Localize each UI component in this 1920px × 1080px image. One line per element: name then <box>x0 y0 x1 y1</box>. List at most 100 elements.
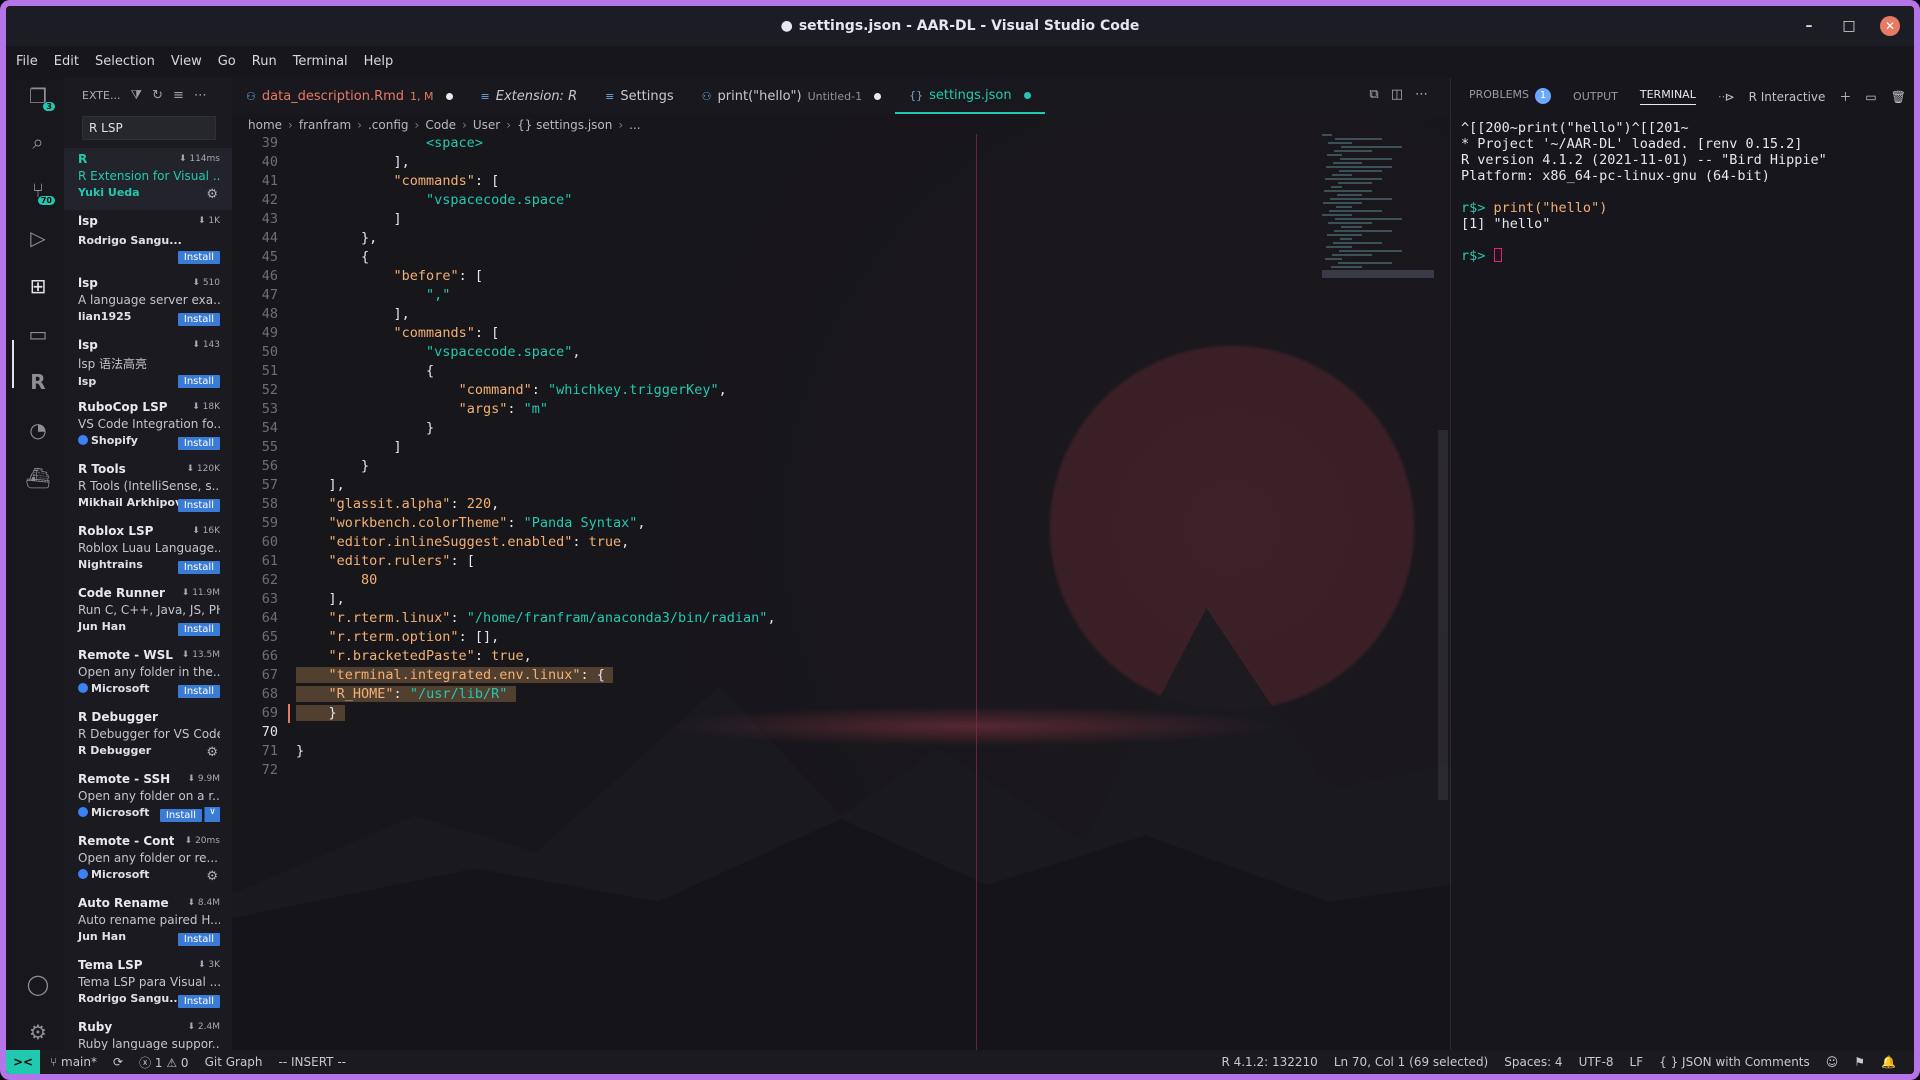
install-button[interactable]: Install <box>177 995 220 1008</box>
run-debug-icon[interactable]: ▷ <box>20 220 56 256</box>
unsaved-indicator[interactable] <box>1023 91 1031 99</box>
more-actions-icon[interactable]: ⋯ <box>194 88 207 103</box>
code-line[interactable]: 43 ] <box>232 210 1450 229</box>
code-line[interactable]: 48 ], <box>232 305 1450 324</box>
code-line[interactable]: 45 { <box>232 248 1450 267</box>
extension-item[interactable]: R Debugger R Debugger for VS Code R Debugg… <box>64 706 232 768</box>
code-line[interactable]: 52 "command": "whichkey.triggerKey", <box>232 381 1450 400</box>
extension-item[interactable]: Auto Rename ... ⬇ 8.4M Auto rename paired … <box>64 892 232 954</box>
code-line[interactable]: 50 "vspacecode.space", <box>232 343 1450 362</box>
install-button[interactable]: Install <box>177 499 220 512</box>
extension-item[interactable]: R Tools ⬇ 120K R Tools (IntelliSense, s...… <box>64 458 232 520</box>
install-button[interactable]: Install <box>177 375 220 388</box>
code-line[interactable]: 68 "R_HOME": "/usr/lib/R" <box>232 685 1450 704</box>
terminal-output[interactable]: ^[[200~print("hello")^[[201~ * Project '… <box>1451 114 1914 270</box>
remote-explorer-icon[interactable]: ▭ <box>20 316 56 352</box>
code-line[interactable]: 40 ], <box>232 153 1450 172</box>
source-control-icon[interactable]: ⑂ 70 <box>20 172 56 208</box>
install-button[interactable]: Install <box>177 313 220 326</box>
menu-selection[interactable]: Selection <box>93 52 157 74</box>
install-button[interactable]: Install <box>177 623 220 636</box>
extension-item[interactable]: lsp ⬇ 510 A language server exa... lian1925… <box>64 272 232 334</box>
tab-1[interactable]: ≡ Extension: R <box>467 78 592 114</box>
code-line[interactable]: 49 "commands": [ <box>232 324 1450 343</box>
extension-item[interactable]: Remote - Cont... ⬇ 20ms Open any folder or… <box>64 830 232 892</box>
code-line[interactable]: 62 80 <box>232 571 1450 590</box>
install-button[interactable]: Install <box>177 437 220 450</box>
docker-icon[interactable]: ⛴ <box>20 460 56 496</box>
code-line[interactable]: 51 { <box>232 362 1450 381</box>
extension-item[interactable]: RuboCop LSP ⬇ 18K VS Code Integration fo..… <box>64 396 232 458</box>
settings-gear-icon[interactable]: ⚙ <box>20 1014 56 1050</box>
extension-item[interactable]: Code Runner ⬇ 11.9M Run C, C++, Java, JS, … <box>64 582 232 644</box>
minimize-button[interactable]: – <box>1800 18 1818 34</box>
r-icon[interactable]: R <box>20 364 56 400</box>
install-button[interactable]: Install <box>159 809 202 822</box>
code-line[interactable]: 61 "editor.rulers": [ <box>232 552 1450 571</box>
terminal-name[interactable]: R Interactive <box>1749 90 1826 104</box>
extension-item[interactable]: R ⬇ 114ms R Extension for Visual ... Yuki U… <box>64 148 232 210</box>
code-line[interactable]: 58 "glassit.alpha": 220, <box>232 495 1450 514</box>
tab-output[interactable]: OUTPUT <box>1573 90 1618 103</box>
extension-item[interactable]: lsp ⬇ 1K Rodrigo Sangu... Install <box>64 210 232 272</box>
explorer-icon[interactable]: ❐ 3 <box>20 78 56 114</box>
install-button[interactable]: Install <box>177 251 220 264</box>
menu-edit[interactable]: Edit <box>52 52 81 74</box>
maximize-button[interactable]: □ <box>1840 18 1858 34</box>
r-version-status[interactable]: R 4.1.2: 132210 <box>1221 1055 1317 1069</box>
manage-gear-icon[interactable]: ⚙ <box>206 745 218 760</box>
install-dropdown-icon[interactable]: ∨ <box>204 807 220 822</box>
problems-status[interactable]: ⓧ 1 ⚠ 0 <box>139 1054 189 1071</box>
code-line[interactable]: 69 } <box>232 704 1450 723</box>
close-button[interactable]: ✕ <box>1880 16 1900 36</box>
code-line[interactable]: 46 "before": [ <box>232 267 1450 286</box>
code-line[interactable]: 44 }, <box>232 229 1450 248</box>
editor-scrollbar[interactable] <box>1438 430 1448 800</box>
code-line[interactable]: 57 ], <box>232 476 1450 495</box>
code-line[interactable]: 70 <box>232 723 1450 742</box>
menu-go[interactable]: Go <box>216 52 238 74</box>
breadcrumb-item[interactable]: .config <box>368 118 409 132</box>
extension-search-input[interactable] <box>82 116 216 140</box>
breadcrumb-item[interactable]: franfram <box>299 118 351 132</box>
tab-4[interactable]: {} settings.json <box>895 78 1045 114</box>
tab-problems[interactable]: PROBLEMS 1 <box>1469 88 1552 104</box>
notifications-icon[interactable]: 🔔 <box>1881 1055 1896 1069</box>
feedback-icon[interactable]: ⚑ <box>1854 1055 1865 1069</box>
code-line[interactable]: 59 "workbench.colorTheme": "Panda Syntax… <box>232 514 1450 533</box>
menu-terminal[interactable]: Terminal <box>291 52 350 74</box>
menu-help[interactable]: Help <box>362 52 396 74</box>
git-graph-icon[interactable]: ◔ <box>20 412 56 448</box>
code-line[interactable]: 71} <box>232 742 1450 761</box>
tab-0[interactable]: ⚇ data_description.Rmd 1, M <box>232 78 467 114</box>
manage-gear-icon[interactable]: ⚙ <box>206 869 218 884</box>
sync-icon[interactable]: ⟳ <box>113 1055 123 1069</box>
search-icon[interactable]: ⌕ <box>20 124 56 160</box>
copilot-icon[interactable]: ☺ <box>1826 1055 1839 1069</box>
kill-terminal-icon[interactable]: 🗑 <box>1891 90 1906 104</box>
breadcrumb-item[interactable]: User <box>473 118 500 132</box>
code-line[interactable]: 65 "r.rterm.option": [], <box>232 628 1450 647</box>
breadcrumb-item[interactable]: Code <box>425 118 456 132</box>
tab-terminal[interactable]: TERMINAL <box>1639 88 1696 105</box>
extension-item[interactable]: Remote - WSL ⬇ 13.5M Open any folder in th… <box>64 644 232 706</box>
extension-item[interactable]: Ruby ⬇ 2.4M Ruby language suppor... <box>64 1016 232 1050</box>
code-line[interactable]: 42 "vspacecode.space" <box>232 191 1450 210</box>
cursor-position[interactable]: Ln 70, Col 1 (69 selected) <box>1334 1055 1488 1069</box>
code-line[interactable]: 53 "args": "m" <box>232 400 1450 419</box>
account-icon[interactable]: ◯ <box>20 966 56 1002</box>
extensions-icon[interactable]: ⊞ <box>20 268 56 304</box>
refresh-icon[interactable]: ↻ <box>152 88 163 103</box>
eol-status[interactable]: LF <box>1630 1055 1644 1069</box>
editor-more-icon[interactable]: ⋯ <box>1415 87 1428 102</box>
code-line[interactable]: 54 } <box>232 419 1450 438</box>
breadcrumb-item[interactable]: ... <box>629 118 640 132</box>
extension-item[interactable]: Remote - SSH ⬇ 9.9M Open any folder on a r… <box>64 768 232 830</box>
remote-indicator[interactable]: >< <box>6 1050 40 1074</box>
extension-item[interactable]: Tema LSP ⬇ 3K Tema LSP para Visual ... Rodr… <box>64 954 232 1016</box>
code-editor[interactable]: 39 <space> 40 ], 41 "commands": [42 "vspac… <box>232 134 1450 780</box>
code-line[interactable]: 39 <space> <box>232 134 1450 153</box>
unsaved-indicator[interactable] <box>445 92 453 100</box>
install-button[interactable]: Install <box>177 933 220 946</box>
breadcrumb-item[interactable]: {} settings.json <box>517 118 612 132</box>
